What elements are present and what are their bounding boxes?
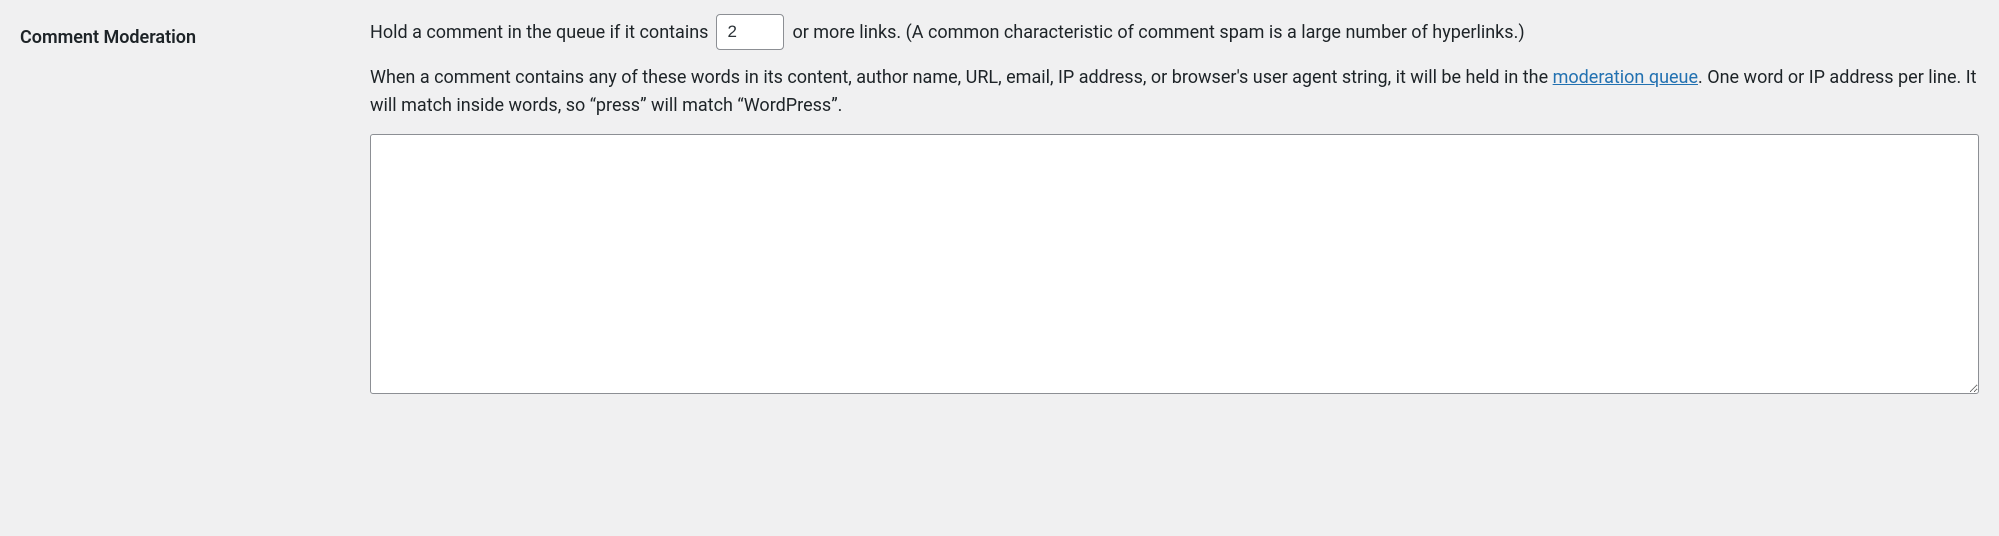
moderation-keys-description: When a comment contains any of these wor… [370, 64, 1979, 120]
desc-part1: When a comment contains any of these wor… [370, 67, 1553, 88]
max-links-label-before: Hold a comment in the queue if it contai… [370, 19, 708, 46]
comment-moderation-section: Comment Moderation Hold a comment in the… [20, 14, 1979, 402]
moderation-queue-link[interactable]: moderation queue [1553, 67, 1698, 88]
moderation-keys-textarea[interactable] [370, 134, 1979, 394]
max-links-input[interactable] [716, 14, 784, 50]
section-title: Comment Moderation [20, 14, 370, 51]
max-links-row: Hold a comment in the queue if it contai… [370, 14, 1979, 50]
section-content: Hold a comment in the queue if it contai… [370, 14, 1979, 402]
max-links-label-after: or more links. (A common characteristic … [792, 19, 1524, 46]
